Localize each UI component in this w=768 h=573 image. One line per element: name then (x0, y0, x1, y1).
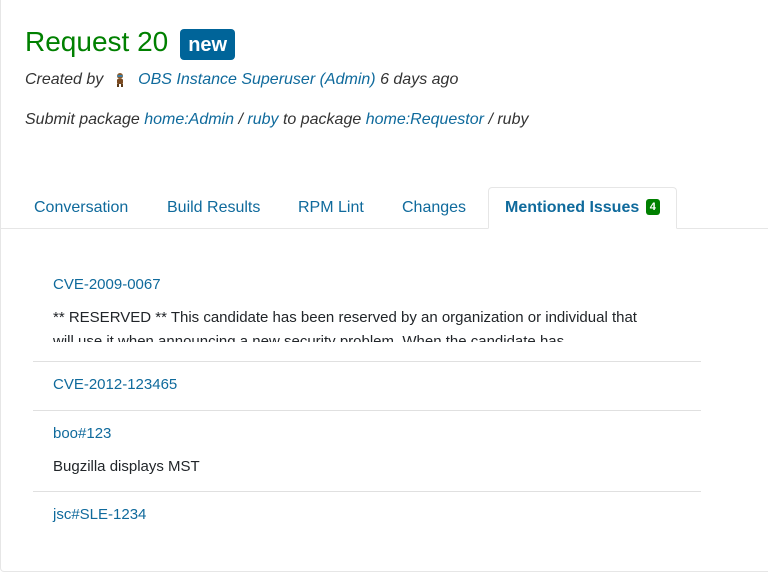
issue-link[interactable]: CVE-2009-0067 (53, 274, 681, 296)
issue-item: jsc#SLE-1234 (33, 492, 701, 541)
source-project-link[interactable]: home:Admin (144, 111, 234, 128)
issues-count-badge: 4 (645, 199, 660, 215)
request-header: Request 20 new (25, 24, 236, 60)
action-prefix: Submit package (25, 111, 140, 128)
tab-rpm-lint[interactable]: RPM Lint (298, 187, 364, 228)
middle-text: to package (282, 111, 362, 128)
source-package-link[interactable]: ruby (247, 111, 278, 128)
mentioned-issues-list: CVE-2009-0067 ** RESERVED ** This candid… (33, 262, 701, 541)
state-badge: new (180, 28, 236, 60)
created-by-line: Created by OBS Instance Superuser (Admin… (25, 70, 458, 90)
tab-changes[interactable]: Changes (402, 187, 466, 228)
title-row: Request 20 new (25, 24, 236, 60)
creator-link[interactable]: OBS Instance Superuser (Admin) (138, 71, 375, 88)
tab-conversation[interactable]: Conversation (34, 187, 128, 228)
target-project-link[interactable]: home:Requestor (366, 111, 484, 128)
created-by-label: Created by (25, 71, 104, 88)
target-package: ruby (497, 111, 529, 128)
issue-item: CVE-2012-123465 (33, 362, 701, 411)
issue-item: boo#123 Bugzilla displays MST (33, 411, 701, 492)
created-ago: 6 days ago (380, 71, 459, 88)
tab-build-results[interactable]: Build Results (167, 187, 260, 228)
request-card: Request 20 new Created by OBS Instance S… (0, 0, 768, 572)
tab-mentioned-issues[interactable]: Mentioned Issues 4 (488, 187, 677, 229)
issue-item: CVE-2009-0067 ** RESERVED ** This candid… (33, 262, 701, 362)
issue-link[interactable]: boo#123 (53, 423, 681, 445)
issue-link[interactable]: jsc#SLE-1234 (53, 504, 681, 526)
issue-summary: Bugzilla displays MST (53, 458, 200, 475)
request-description: Submit package home:Admin / ruby to pack… (25, 110, 528, 130)
separator: / (488, 111, 493, 128)
tab-mentioned-issues-label: Mentioned Issues (505, 199, 640, 216)
issue-summary: ** RESERVED ** This candidate has been r… (53, 309, 637, 342)
separator: / (238, 111, 243, 128)
request-tabs: Conversation Build Results RPM Lint Chan… (1, 187, 768, 229)
page-title: Request 20 (25, 26, 169, 57)
issue-link[interactable]: CVE-2012-123465 (53, 374, 681, 396)
user-avatar-icon (112, 72, 128, 88)
